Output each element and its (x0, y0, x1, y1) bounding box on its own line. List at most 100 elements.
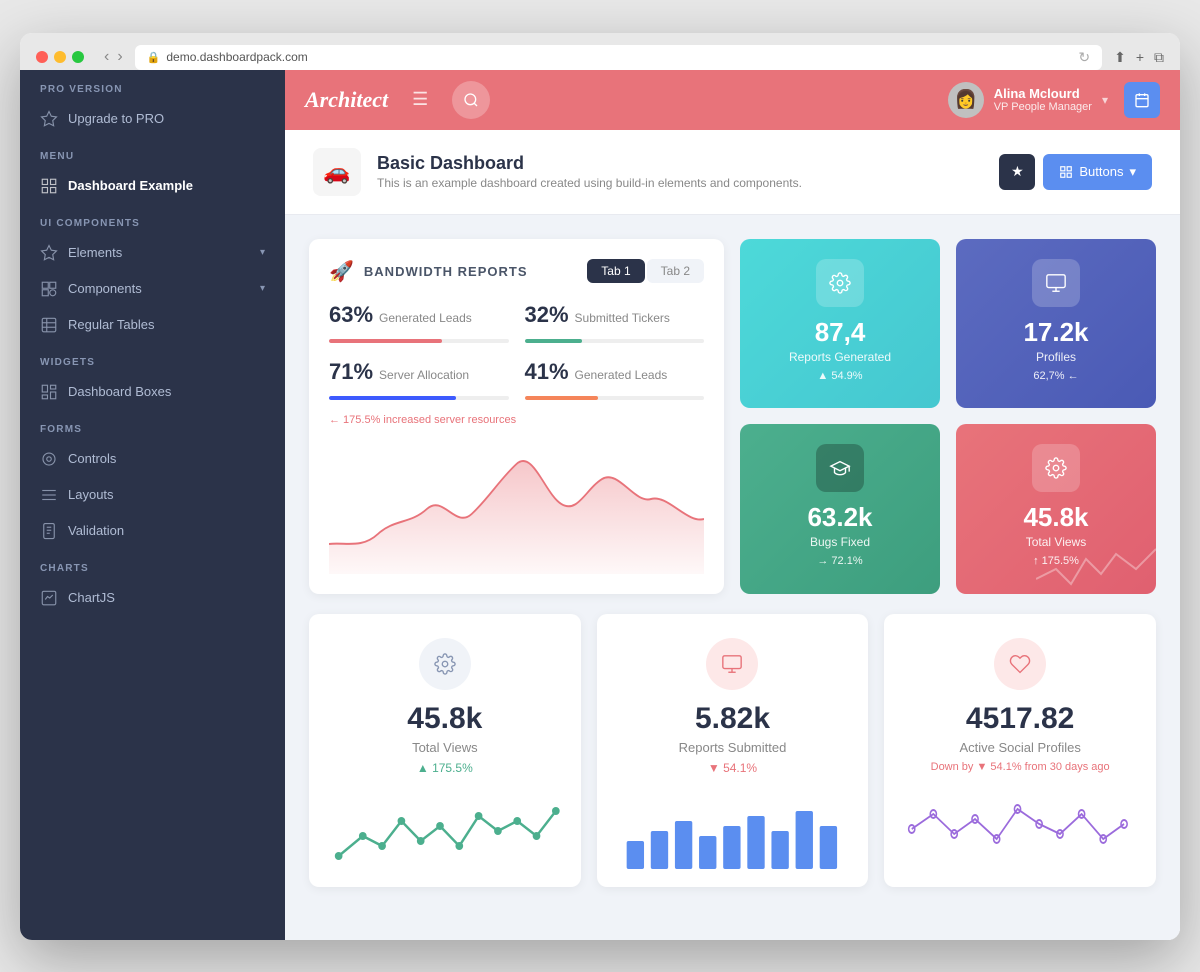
page-header: 🚗 Basic Dashboard This is an example das… (285, 130, 1180, 215)
stat-cards: 87,4 Reports Generated ▲ 54.9% 17.2k (740, 239, 1156, 594)
calendar-button[interactable] (1124, 82, 1160, 118)
sidebar-item-components[interactable]: Components ▾ (20, 271, 285, 307)
minimize-button[interactable] (54, 51, 66, 63)
close-button[interactable] (36, 51, 48, 63)
bottom-card-reports: 5.82k Reports Submitted ▼ 54.1% (597, 614, 869, 887)
stat3-value: 71% (329, 359, 373, 385)
bottom-card-label-social: Active Social Profiles (959, 740, 1080, 755)
bottom-card-value-views: 45.8k (407, 702, 482, 736)
monitor-icon-bottom (706, 638, 758, 690)
rocket-icon: 🚀 (329, 259, 354, 284)
stat4-label: Generated Leads (575, 368, 668, 382)
bottom-cards: 45.8k Total Views ▲ 175.5% (309, 614, 1156, 887)
stat-card-views: 45.8k Total Views ↑ 175.5% (956, 424, 1156, 594)
bottom-card-label-reports: Reports Submitted (679, 740, 787, 755)
stat-card-change-bugs: → 72.1% (817, 555, 862, 567)
sidebar-validation-label: Validation (68, 523, 124, 538)
sidebar-dashboard-boxes-label: Dashboard Boxes (68, 384, 171, 399)
back-icon[interactable]: ‹ (104, 48, 109, 66)
sidebar-dashboard-label: Dashboard Example (68, 178, 193, 193)
area-chart (329, 434, 704, 574)
stat4-value: 41% (525, 359, 569, 385)
tabs-icon[interactable]: ⧉ (1154, 49, 1164, 66)
page-info: Basic Dashboard This is an example dashb… (377, 153, 983, 190)
bandwidth-card: 🚀 BANDWIDTH REPORTS Tab 1 Tab 2 (309, 239, 724, 594)
bottom-card-change-reports: ▼ 54.1% (708, 761, 757, 775)
stat-card-label-bugs: Bugs Fixed (810, 535, 870, 549)
sidebar-section-forms: FORMS (20, 410, 285, 441)
stat-card-profiles: 17.2k Profiles 62,7% ← (956, 239, 1156, 409)
bottom-card-change-social: Down by ▼ 54.1% from 30 days ago (931, 761, 1110, 773)
bottom-card-label-views: Total Views (412, 740, 478, 755)
forward-icon[interactable]: › (117, 48, 122, 66)
page-subtitle: This is an example dashboard created usi… (377, 176, 983, 190)
chevron-down-icon: ▾ (260, 247, 265, 258)
sidebar-item-controls[interactable]: Controls (20, 441, 285, 477)
stat-card-value-reports: 87,4 (815, 317, 866, 348)
page-icon: 🚗 (313, 148, 361, 196)
stat-card-value-bugs: 63.2k (807, 502, 872, 533)
new-tab-icon[interactable]: + (1136, 49, 1144, 66)
logo: Architect (305, 87, 388, 113)
stat2-value: 32% (525, 302, 569, 328)
stat-card-value-views: 45.8k (1023, 502, 1088, 533)
browser-back-forward: ‹ › (104, 48, 123, 66)
sidebar-item-elements[interactable]: Elements ▾ (20, 235, 285, 271)
sidebar-item-tables[interactable]: Regular Tables (20, 307, 285, 343)
hamburger-icon[interactable]: ☰ (412, 89, 428, 110)
bottom-card-value-reports: 5.82k (695, 702, 770, 736)
sidebar: PRO VERSION Upgrade to PRO MENU Dashboar… (20, 70, 285, 940)
bottom-card-change-views: ▲ 175.5% (417, 761, 473, 775)
stat-submitted-tickers: 32% Submitted Tickers (525, 302, 705, 343)
user-role: VP People Manager (994, 101, 1092, 113)
search-button[interactable] (452, 81, 490, 119)
stat-card-change-profiles: 62,7% ← (1033, 370, 1078, 382)
page-actions: ★ Buttons ▾ (999, 154, 1152, 190)
stat-card-label-profiles: Profiles (1036, 350, 1076, 364)
stat3-label: Server Allocation (379, 368, 469, 382)
user-info: 👩 Alina Mclourd VP People Manager ▾ (948, 82, 1108, 118)
bandwidth-notice: ← 175.5% increased server resources (329, 414, 704, 426)
sidebar-layouts-label: Layouts (68, 487, 114, 502)
traffic-lights (36, 51, 84, 63)
user-details: Alina Mclourd VP People Manager (994, 86, 1092, 113)
stat-generated-leads: 63% Generated Leads (329, 302, 509, 343)
sidebar-item-upgrade[interactable]: Upgrade to PRO (20, 101, 285, 137)
sidebar-tables-label: Regular Tables (68, 317, 154, 332)
avatar: 👩 (948, 82, 984, 118)
user-name: Alina Mclourd (994, 86, 1092, 101)
sidebar-item-layouts[interactable]: Layouts (20, 477, 285, 513)
user-dropdown-icon[interactable]: ▾ (1102, 93, 1108, 107)
sidebar-section-charts: CHARTS (20, 549, 285, 580)
sidebar-item-dashboard-boxes[interactable]: Dashboard Boxes (20, 374, 285, 410)
bottom-card-value-social: 4517.82 (966, 702, 1074, 736)
stat1-label: Generated Leads (379, 311, 472, 325)
share-icon[interactable]: ⬆ (1114, 49, 1126, 66)
stat-card-reports: 87,4 Reports Generated ▲ 54.9% (740, 239, 940, 409)
app-header: Architect ☰ 👩 Alina Mclourd VP People Ma… (285, 70, 1180, 130)
sidebar-item-validation[interactable]: Validation (20, 513, 285, 549)
address-bar[interactable]: 🔒 demo.dashboardpack.com ↻ (135, 45, 1102, 70)
heart-icon-bottom (994, 638, 1046, 690)
sidebar-item-dashboard[interactable]: Dashboard Example (20, 168, 285, 204)
sidebar-elements-label: Elements (68, 245, 122, 260)
reload-icon[interactable]: ↻ (1078, 49, 1090, 66)
main-content: 🚗 Basic Dashboard This is an example das… (285, 130, 1180, 940)
star-button[interactable]: ★ (999, 154, 1035, 190)
stat1-value: 63% (329, 302, 373, 328)
stat-generated-leads-2: 41% Generated Leads (525, 359, 705, 400)
buttons-label: Buttons (1079, 164, 1123, 179)
sidebar-item-chartjs[interactable]: ChartJS (20, 580, 285, 616)
tab-1-button[interactable]: Tab 1 (587, 259, 644, 283)
maximize-button[interactable] (72, 51, 84, 63)
lock-icon: 🔒 (147, 51, 161, 64)
monitor-icon (1032, 259, 1080, 307)
bar-chart-reports (617, 791, 849, 871)
stat-server-allocation: 71% Server Allocation (329, 359, 509, 400)
sidebar-controls-label: Controls (68, 451, 116, 466)
page-title: Basic Dashboard (377, 153, 983, 174)
stat-card-label-reports: Reports Generated (789, 350, 891, 364)
buttons-dropdown[interactable]: Buttons ▾ (1043, 154, 1152, 190)
stat-card-bugs: 63.2k Bugs Fixed → 72.1% (740, 424, 940, 594)
tab-2-button[interactable]: Tab 2 (647, 259, 704, 283)
